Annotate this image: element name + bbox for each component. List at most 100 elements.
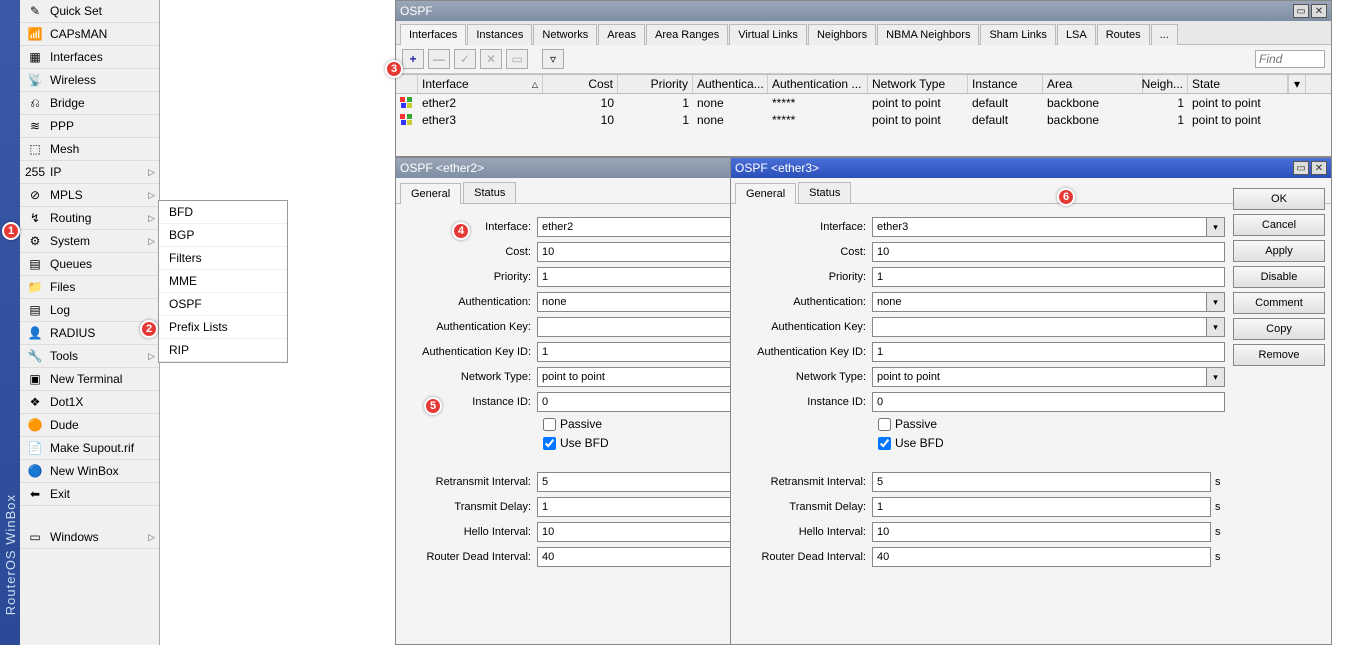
find-input[interactable]: [1255, 50, 1325, 68]
remove-button[interactable]: —: [428, 49, 450, 69]
columns-dropdown[interactable]: ▾: [1288, 75, 1306, 93]
sidebar-item-mesh[interactable]: ⬚Mesh: [20, 138, 159, 161]
col-header[interactable]: Network Type: [868, 75, 968, 93]
sidebar-item-bridge[interactable]: ⎌Bridge: [20, 92, 159, 115]
comment-button[interactable]: Comment: [1233, 292, 1325, 314]
sidebar-item-windows[interactable]: ▭Windows▷: [20, 526, 159, 549]
passive-checkbox[interactable]: [543, 418, 556, 431]
sidebar-item-log[interactable]: ▤Log: [20, 299, 159, 322]
sidebar-item-routing[interactable]: ↯Routing▷: [20, 207, 159, 230]
ether3-titlebar[interactable]: OSPF <ether3> ▭ ✕: [731, 158, 1331, 178]
auth-key-dropdown[interactable]: ▾: [1207, 317, 1225, 337]
submenu-item-filters[interactable]: Filters: [159, 247, 287, 270]
col-header[interactable]: Instance: [968, 75, 1043, 93]
tab-areas[interactable]: Areas: [598, 24, 645, 45]
sidebar-item-ppp[interactable]: ≋PPP: [20, 115, 159, 138]
sidebar-item-exit[interactable]: ⬅Exit: [20, 483, 159, 506]
disable-button[interactable]: ✕: [480, 49, 502, 69]
col-header[interactable]: Neigh...: [1143, 75, 1188, 93]
close-icon[interactable]: ✕: [1311, 161, 1327, 175]
table-row[interactable]: ether3101none*****point to pointdefaultb…: [396, 111, 1331, 128]
transmit-delay-input[interactable]: [872, 497, 1211, 517]
network-type-dropdown[interactable]: ▾: [1207, 367, 1225, 387]
tab-general[interactable]: General: [735, 183, 796, 204]
comment-button[interactable]: ▭: [506, 49, 528, 69]
ok-button[interactable]: OK: [1233, 188, 1325, 210]
auth-key-input[interactable]: [872, 317, 1207, 337]
sidebar-item-dude[interactable]: 🟠Dude: [20, 414, 159, 437]
tab-lsa[interactable]: LSA: [1057, 24, 1096, 45]
sidebar-item-radius[interactable]: 👤RADIUS: [20, 322, 159, 345]
authentication-dropdown[interactable]: ▾: [1207, 292, 1225, 312]
sidebar-item-new-terminal[interactable]: ▣New Terminal: [20, 368, 159, 391]
sidebar-item-files[interactable]: 📁Files: [20, 276, 159, 299]
disable-button[interactable]: Disable: [1233, 266, 1325, 288]
close-icon[interactable]: ✕: [1311, 4, 1327, 18]
tab-instances[interactable]: Instances: [467, 24, 532, 45]
col-header[interactable]: State: [1188, 75, 1288, 93]
submenu-item-bfd[interactable]: BFD: [159, 201, 287, 224]
sidebar-item-tools[interactable]: 🔧Tools▷: [20, 345, 159, 368]
apply-button[interactable]: Apply: [1233, 240, 1325, 262]
priority-input[interactable]: [872, 267, 1225, 287]
col-header[interactable]: Authentication ...: [768, 75, 868, 93]
auth-key-id-input[interactable]: [872, 342, 1225, 362]
sidebar-item-system[interactable]: ⚙System▷: [20, 230, 159, 253]
sidebar-item-interfaces[interactable]: ▦Interfaces: [20, 46, 159, 69]
col-header[interactable]: Authentica...: [693, 75, 768, 93]
tab-routes[interactable]: Routes: [1097, 24, 1150, 45]
tab-nbma-neighbors[interactable]: NBMA Neighbors: [877, 24, 979, 45]
submenu-item-bgp[interactable]: BGP: [159, 224, 287, 247]
tab-networks[interactable]: Networks: [533, 24, 597, 45]
network-type-input[interactable]: [872, 367, 1207, 387]
cancel-button[interactable]: Cancel: [1233, 214, 1325, 236]
copy-button[interactable]: Copy: [1233, 318, 1325, 340]
sidebar-item-new-winbox[interactable]: 🔵New WinBox: [20, 460, 159, 483]
authentication-input[interactable]: [872, 292, 1207, 312]
sidebar-item-mpls[interactable]: ⊘MPLS▷: [20, 184, 159, 207]
table-header[interactable]: Interface△CostPriorityAuthentica...Authe…: [396, 74, 1331, 94]
sidebar-item-ip[interactable]: 255IP▷: [20, 161, 159, 184]
sidebar-item-make-supout.rif[interactable]: 📄Make Supout.rif: [20, 437, 159, 460]
col-header[interactable]: Cost: [543, 75, 618, 93]
tab--[interactable]: ...: [1151, 24, 1178, 45]
dead-interval-input[interactable]: [872, 547, 1211, 567]
table-row[interactable]: ether2101none*****point to pointdefaultb…: [396, 94, 1331, 111]
tab-status[interactable]: Status: [463, 182, 516, 203]
tab-interfaces[interactable]: Interfaces: [400, 24, 466, 45]
sidebar-item-wireless[interactable]: 📡Wireless: [20, 69, 159, 92]
filter-button[interactable]: ▿: [542, 49, 564, 69]
sidebar-item-queues[interactable]: ▤Queues: [20, 253, 159, 276]
interface-dropdown[interactable]: ▾: [1207, 217, 1225, 237]
enable-button[interactable]: ✓: [454, 49, 476, 69]
col-header[interactable]: Priority: [618, 75, 693, 93]
tab-status[interactable]: Status: [798, 182, 851, 203]
submenu-item-ospf[interactable]: OSPF: [159, 293, 287, 316]
minimize-icon[interactable]: ▭: [1293, 4, 1309, 18]
sidebar-item-capsman[interactable]: 📶CAPsMAN: [20, 23, 159, 46]
sidebar-item-quick-set[interactable]: ✎Quick Set: [20, 0, 159, 23]
passive-checkbox[interactable]: [878, 418, 891, 431]
interface-input[interactable]: [872, 217, 1207, 237]
submenu-item-rip[interactable]: RIP: [159, 339, 287, 362]
tab-general[interactable]: General: [400, 183, 461, 204]
minimize-icon[interactable]: ▭: [1293, 161, 1309, 175]
submenu-item-prefix-lists[interactable]: Prefix Lists: [159, 316, 287, 339]
instance-id-input[interactable]: [872, 392, 1225, 412]
tab-area-ranges[interactable]: Area Ranges: [646, 24, 728, 45]
usebfd-checkbox[interactable]: [543, 437, 556, 450]
col-header[interactable]: Area: [1043, 75, 1143, 93]
submenu-item-mme[interactable]: MME: [159, 270, 287, 293]
retransmit-interval-input[interactable]: [872, 472, 1211, 492]
sidebar-item-dot1x[interactable]: ❖Dot1X: [20, 391, 159, 414]
add-button[interactable]: +: [402, 49, 424, 69]
usebfd-checkbox[interactable]: [878, 437, 891, 450]
tab-neighbors[interactable]: Neighbors: [808, 24, 876, 45]
tab-sham-links[interactable]: Sham Links: [980, 24, 1055, 45]
col-header[interactable]: [396, 75, 418, 93]
hello-interval-input[interactable]: [872, 522, 1211, 542]
ospf-titlebar[interactable]: OSPF ▭ ✕: [396, 1, 1331, 21]
col-header[interactable]: Interface△: [418, 75, 543, 93]
remove-button[interactable]: Remove: [1233, 344, 1325, 366]
tab-virtual-links[interactable]: Virtual Links: [729, 24, 807, 45]
